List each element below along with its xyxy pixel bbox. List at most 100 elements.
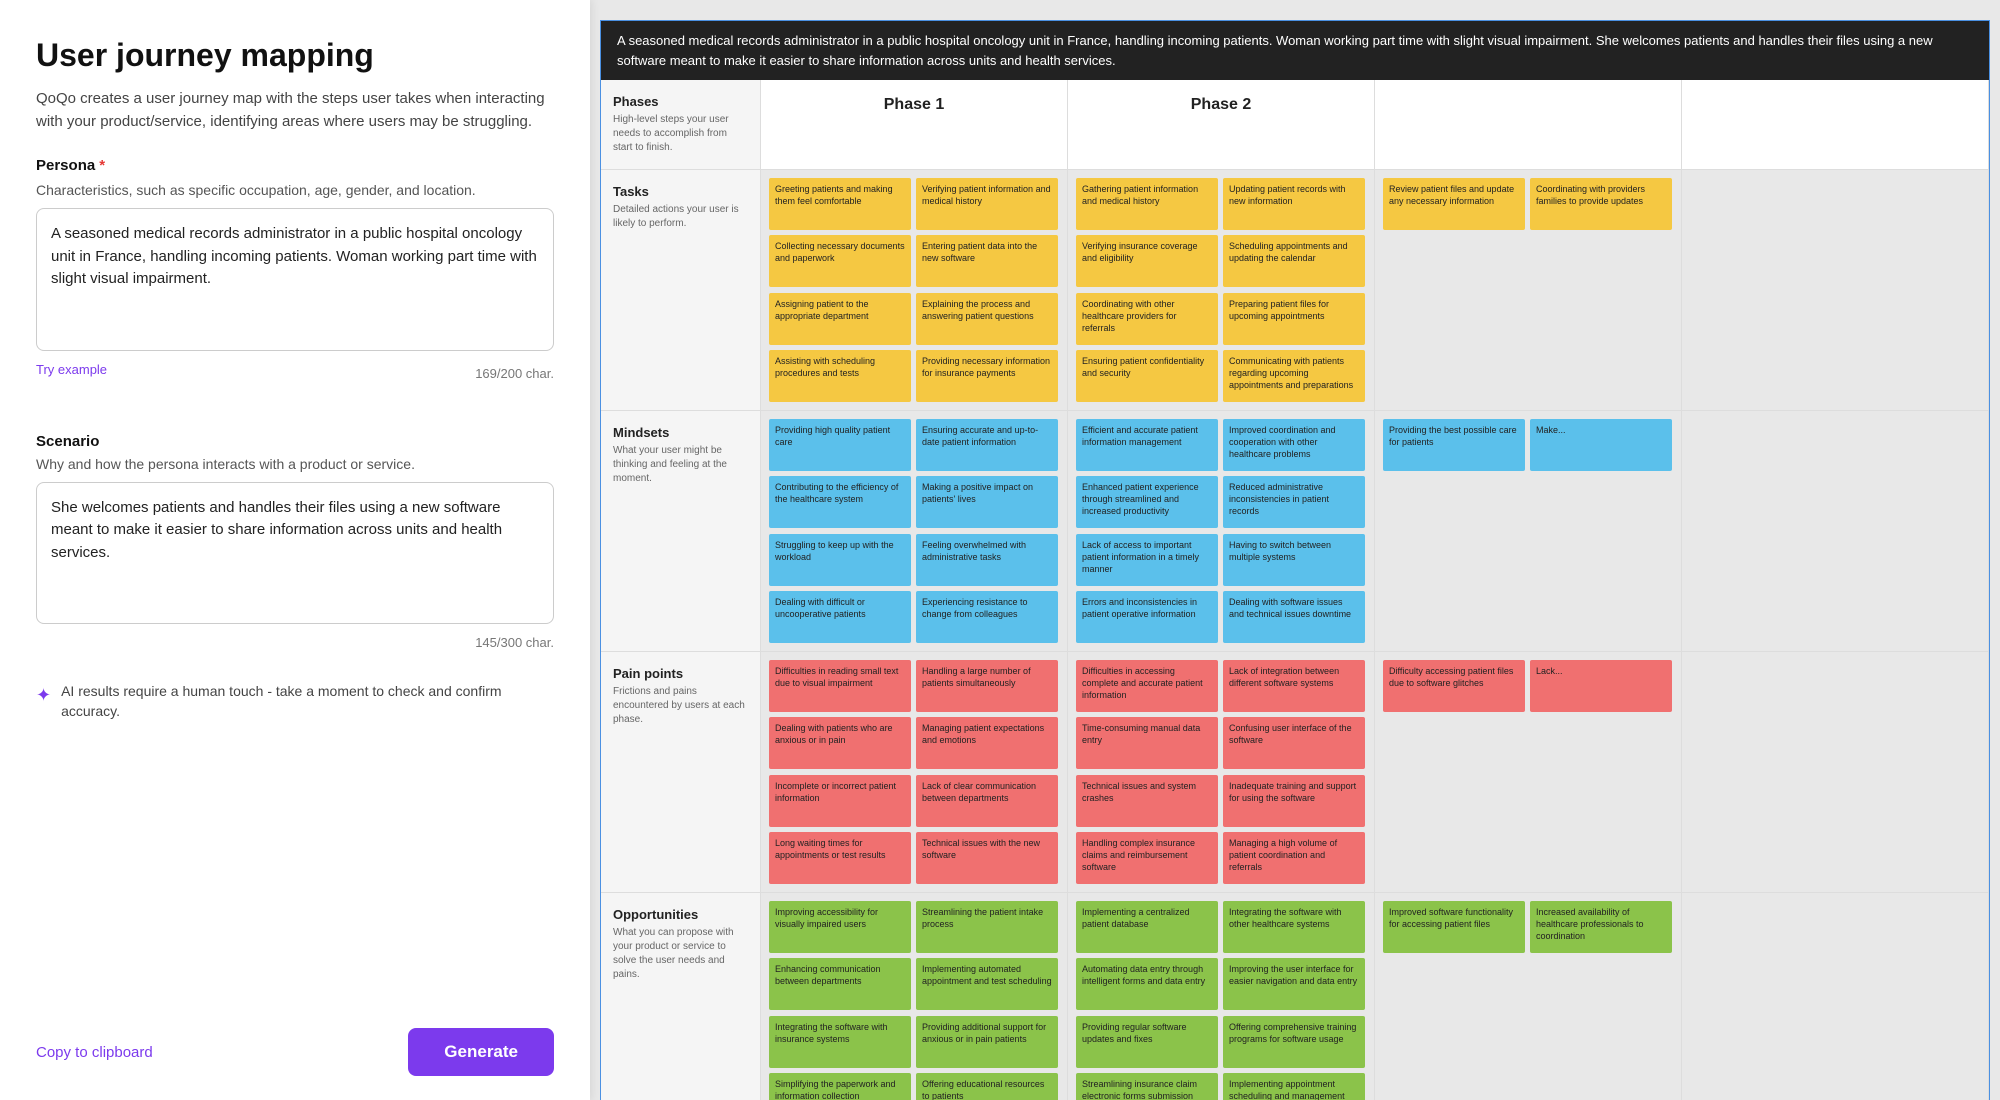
opportunities-phase2-row2: Providing regular software updates and f… [1076,1016,1366,1100]
phases-title: Phases [613,94,748,109]
painpoints-phase1-cell: Difficulties in reading small text due t… [761,652,1068,893]
opportunities-phase4-cell [1682,893,1989,1100]
painpoint-sticky: Technical issues with the new software [916,832,1058,884]
mindsets-phase1-row1: Providing high quality patient care Ensu… [769,419,1059,528]
persona-banner: A seasoned medical records administrator… [601,21,1989,80]
mindsets-phase2-row1: Efficient and accurate patient informati… [1076,419,1366,528]
journey-canvas: A seasoned medical records administrator… [600,20,1990,1100]
painpoint-sticky: Difficulties in reading small text due t… [769,660,911,712]
try-example-link[interactable]: Try example [36,362,107,377]
mindsets-phase2-row2: Lack of access to important patient info… [1076,534,1366,643]
scenario-char-count: 145/300 char. [475,635,554,650]
mindset-sticky: Providing high quality patient care [769,419,911,471]
tasks-phase1-cell: Greeting patients and making them feel c… [761,170,1068,411]
tasks-phase3-cell: Review patient files and update any nece… [1375,170,1682,411]
tasks-title: Tasks [613,184,748,199]
mindsets-desc: What your user might be thinking and fee… [613,444,748,486]
task-sticky: Entering patient data into the new softw… [916,235,1058,287]
painpoints-phase3-row1: Difficulty accessing patient files due t… [1383,660,1673,712]
task-sticky: Verifying patient information and medica… [916,178,1058,230]
painpoints-phase3-cell: Difficulty accessing patient files due t… [1375,652,1682,893]
opportunity-sticky: Implementing a centralized patient datab… [1076,901,1218,953]
task-sticky: Updating patient records with new inform… [1223,178,1365,230]
tasks-phase3-row1: Review patient files and update any nece… [1383,178,1673,230]
painpoints-phase1-row1: Difficulties in reading small text due t… [769,660,1059,769]
painpoints-phase1-row2: Incomplete or incorrect patient informat… [769,775,1059,884]
ai-notice: ✦ AI results require a human touch - tak… [36,682,554,721]
painpoint-sticky: Incomplete or incorrect patient informat… [769,775,911,827]
mindsets-phase2-cell: Efficient and accurate patient informati… [1068,411,1375,652]
phase3-header [1375,80,1682,170]
painpoint-sticky: Confusing user interface of the software [1223,717,1365,769]
persona-textarea-container: A seasoned medical records administrator… [36,208,554,356]
opportunities-phase1-row1: Improving accessibility for visually imp… [769,901,1059,1010]
task-sticky: Assigning patient to the appropriate dep… [769,293,911,345]
tasks-phase1-row2: Assigning patient to the appropriate dep… [769,293,1059,402]
opportunities-label-cell: Opportunities What you can propose with … [601,893,761,1100]
left-panel: User journey mapping QoQo creates a user… [0,0,590,1100]
painpoint-sticky: Lack of integration between different so… [1223,660,1365,712]
opportunity-sticky: Increased availability of healthcare pro… [1530,901,1672,953]
subtitle: QoQo creates a user journey map with the… [36,88,554,133]
phase2-header: Phase 2 [1068,80,1375,170]
mindsets-title: Mindsets [613,425,748,440]
painpoint-sticky: Inadequate training and support for usin… [1223,775,1365,827]
tasks-phase2-row2: Coordinating with other healthcare provi… [1076,293,1366,402]
painpoint-sticky: Difficulties in accessing complete and a… [1076,660,1218,712]
task-sticky: Gathering patient information and medica… [1076,178,1218,230]
painpoints-label-cell: Pain points Frictions and pains encounte… [601,652,761,893]
painpoints-phase2-row2: Technical issues and system crashes Inad… [1076,775,1366,884]
painpoints-phase2-cell: Difficulties in accessing complete and a… [1068,652,1375,893]
painpoint-sticky: Long waiting times for appointments or t… [769,832,911,884]
mindset-sticky: Ensuring accurate and up-to-date patient… [916,419,1058,471]
opportunity-sticky: Improved software functionality for acce… [1383,901,1525,953]
tasks-phase4-cell [1682,170,1989,411]
phase4-header [1682,80,1989,170]
bottom-actions: Copy to clipboard Generate [36,1012,554,1076]
generate-button[interactable]: Generate [408,1028,554,1076]
mindsets-label-cell: Mindsets What your user might be thinkin… [601,411,761,652]
copy-button[interactable]: Copy to clipboard [36,1044,153,1061]
task-sticky: Providing necessary information for insu… [916,350,1058,402]
task-sticky: Communicating with patients regarding up… [1223,350,1365,402]
painpoint-sticky: Time-consuming manual data entry [1076,717,1218,769]
mindset-sticky: Making a positive impact on patients' li… [916,476,1058,528]
tasks-desc: Detailed actions your user is likely to … [613,203,748,231]
mindset-sticky: Improved coordination and cooperation wi… [1223,419,1365,471]
mindsets-phase1-row2: Struggling to keep up with the workload … [769,534,1059,643]
scenario-textarea-container: She welcomes patients and handles their … [36,482,554,630]
task-sticky: Coordinating with providers families to … [1530,178,1672,230]
opportunity-sticky: Automating data entry through intelligen… [1076,958,1218,1010]
mindset-sticky: Enhanced patient experience through stre… [1076,476,1218,528]
required-marker: * [99,157,105,174]
painpoints-phase4-cell [1682,652,1989,893]
mindset-sticky: Providing the best possible care for pat… [1383,419,1525,471]
opportunity-sticky: Offering educational resources to patien… [916,1073,1058,1100]
task-sticky: Coordinating with other healthcare provi… [1076,293,1218,345]
painpoint-sticky: Difficulty accessing patient files due t… [1383,660,1525,712]
mindsets-phase1-cell: Providing high quality patient care Ensu… [761,411,1068,652]
persona-label: Persona * [36,157,554,174]
mindset-sticky: Dealing with software issues and technic… [1223,591,1365,643]
persona-char-count: 169/200 char. [475,366,554,381]
phases-desc: High-level steps your user needs to acco… [613,113,748,155]
tasks-phase2-row1: Gathering patient information and medica… [1076,178,1366,287]
opportunities-title: Opportunities [613,907,748,922]
opportunity-sticky: Simplifying the paperwork and informatio… [769,1073,911,1100]
opportunity-sticky: Improving the user interface for easier … [1223,958,1365,1010]
painpoint-sticky: Lack of clear communication between depa… [916,775,1058,827]
journey-grid: Phases High-level steps your user needs … [601,80,1989,1100]
mindsets-phase3-cell: Providing the best possible care for pat… [1375,411,1682,652]
task-sticky: Review patient files and update any nece… [1383,178,1525,230]
scenario-input[interactable]: She welcomes patients and handles their … [36,482,554,625]
painpoints-phase2-row1: Difficulties in accessing complete and a… [1076,660,1366,769]
painpoint-sticky: Lack... [1530,660,1672,712]
opportunities-phase1-row2: Integrating the software with insurance … [769,1016,1059,1100]
painpoint-sticky: Technical issues and system crashes [1076,775,1218,827]
painpoints-desc: Frictions and pains encountered by users… [613,685,748,727]
phases-label-cell: Phases High-level steps your user needs … [601,80,761,170]
opportunity-sticky: Providing regular software updates and f… [1076,1016,1218,1068]
persona-input[interactable]: A seasoned medical records administrator… [36,208,554,351]
task-sticky: Scheduling appointments and updating the… [1223,235,1365,287]
tasks-phase1-row1: Greeting patients and making them feel c… [769,178,1059,287]
